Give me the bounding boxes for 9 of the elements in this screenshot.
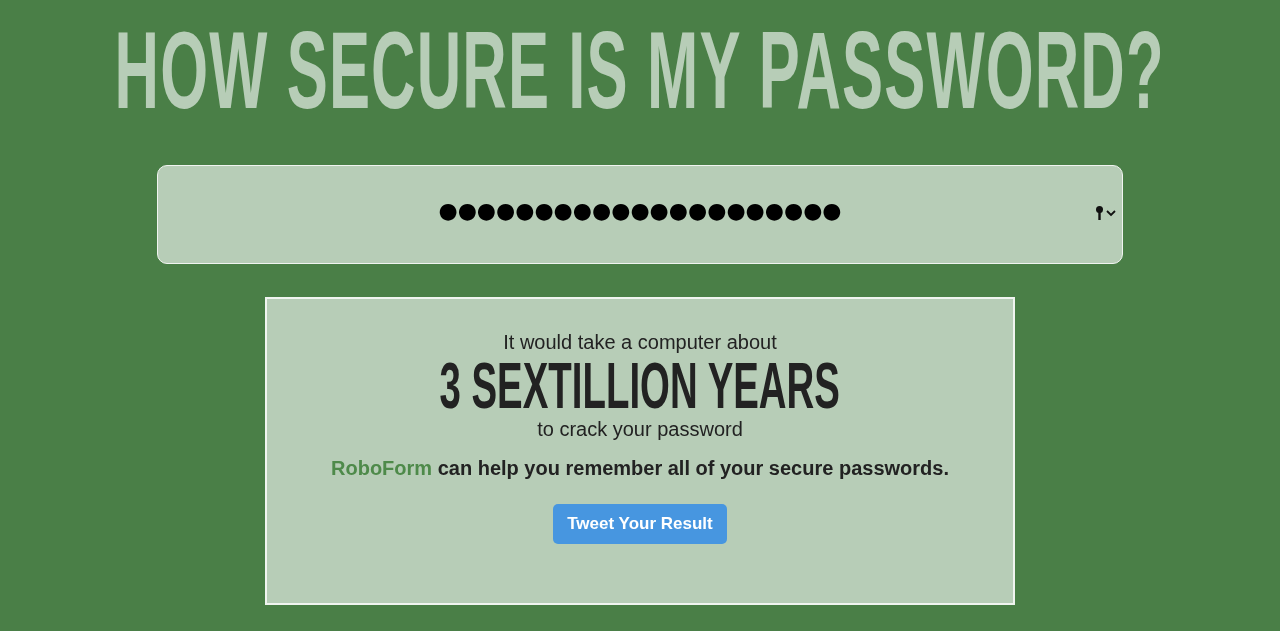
key-dropdown-icon[interactable] [1095, 205, 1117, 221]
crack-duration: 3 SEXTILLION YEARS [439, 354, 841, 418]
page-title: HOW SECURE IS MY PASSWORD? [114, 15, 1166, 125]
password-field[interactable]: ●●●●●●●●●●●●●●●●●●●●● [157, 165, 1123, 264]
result-outro: to crack your password [537, 418, 743, 441]
roboform-link[interactable]: RoboForm [331, 457, 433, 479]
tweet-button[interactable]: Tweet Your Result [553, 504, 727, 544]
promo-sentence: RoboForm can help you remember all of your secure passwords. [331, 457, 949, 480]
result-intro: It would take a computer about [503, 331, 777, 354]
